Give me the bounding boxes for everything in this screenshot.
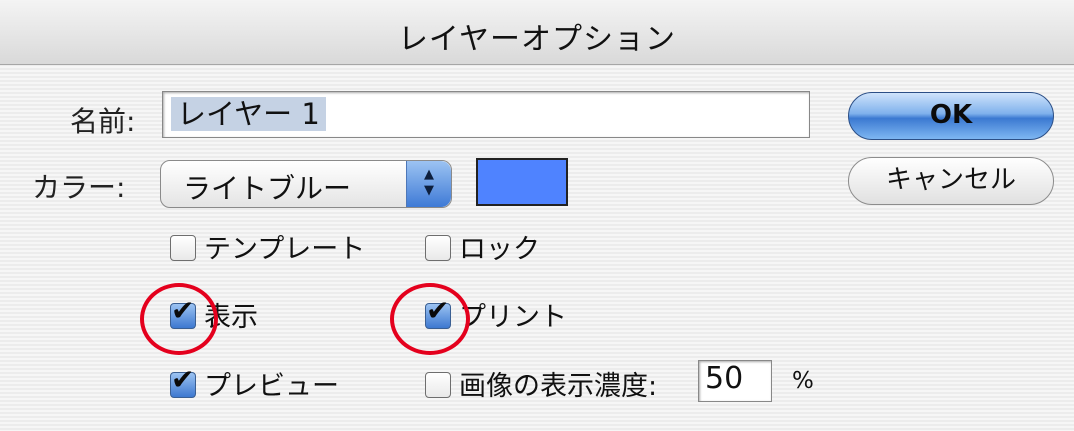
print-checkbox-label: プリント	[459, 302, 567, 333]
dim-value: 50	[705, 361, 744, 396]
percent-unit: %	[792, 368, 814, 394]
color-label: カラー:	[32, 171, 126, 204]
annotation-circle-show	[140, 283, 218, 355]
lock-checkbox-box[interactable]	[425, 235, 451, 261]
template-checkbox-label: テンプレート	[204, 234, 366, 265]
dim-images-checkbox-box[interactable]	[425, 372, 451, 398]
name-label: 名前:	[70, 105, 136, 138]
color-select[interactable]: ライトブルー ▲ ▼	[160, 160, 452, 208]
name-input-value: レイヤー 1	[171, 97, 326, 131]
lock-checkbox-label: ロック	[459, 234, 540, 265]
dim-images-checkbox-label: 画像の表示濃度:	[459, 371, 658, 402]
select-arrows-icon: ▲ ▼	[406, 161, 451, 207]
title-bar: レイヤーオプション	[0, 0, 1074, 65]
ok-button[interactable]: OK	[848, 92, 1054, 140]
dim-value-input[interactable]: 50	[698, 360, 772, 402]
color-select-value: ライトブルー	[183, 172, 352, 205]
preview-checkbox-box[interactable]: ✔	[170, 363, 196, 398]
cancel-button[interactable]: キャンセル	[848, 157, 1054, 205]
window-title: レイヤーオプション	[397, 22, 677, 57]
template-checkbox-box[interactable]	[170, 235, 196, 261]
name-input[interactable]: レイヤー 1	[162, 91, 810, 138]
preview-checkbox-label: プレビュー	[204, 371, 339, 402]
checkmark-icon: ✔	[171, 363, 195, 396]
annotation-circle-print	[390, 283, 470, 355]
color-swatch[interactable]	[476, 158, 568, 206]
